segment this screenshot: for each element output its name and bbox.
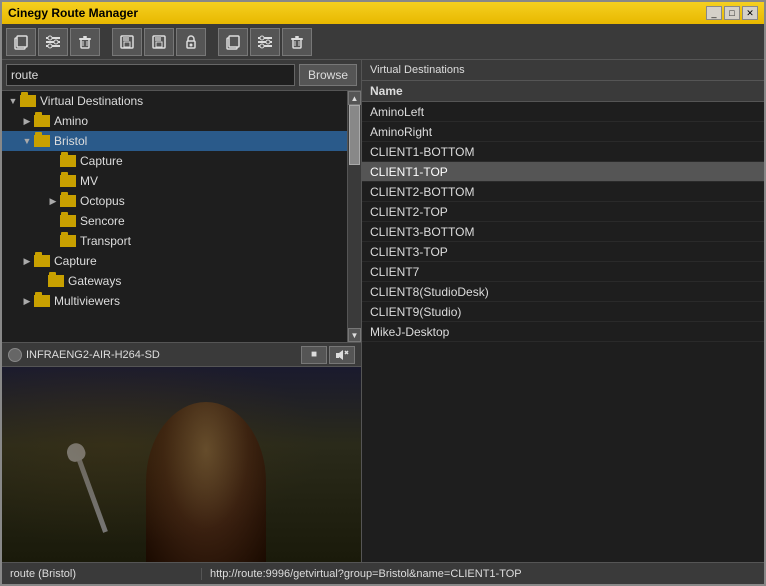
content-area: Browse ▼ Virtual Destinations ▶ Amino (2, 60, 764, 562)
amino-folder-icon (34, 115, 50, 127)
transport-folder-icon (60, 235, 76, 247)
video-preview (2, 367, 361, 562)
toolbar-copy-btn[interactable] (6, 28, 36, 56)
tree-item-sencore[interactable]: ▶ Sencore (2, 211, 361, 231)
vd-item-client1-bottom[interactable]: CLIENT1-BOTTOM (362, 142, 764, 162)
root-folder-icon (20, 95, 36, 107)
maximize-button[interactable]: □ (724, 6, 740, 20)
tree-item-gateways[interactable]: ▶ Gateways (2, 271, 361, 291)
stream-status-indicator (8, 348, 22, 362)
vd-item-client8-studiodesk[interactable]: CLIENT8(StudioDesk) (362, 282, 764, 302)
status-left: route (Bristol) (2, 568, 202, 580)
multiviewers-expand-arrow: ▶ (20, 296, 34, 307)
close-button[interactable]: ✕ (742, 6, 758, 20)
toolbar (2, 24, 764, 60)
sencore-folder-icon (60, 215, 76, 227)
window-controls: _ □ ✕ (706, 6, 758, 20)
status-right: http://route:9996/getvirtual?group=Brist… (202, 568, 764, 580)
tree-item-bristol[interactable]: ▼ Bristol (2, 131, 361, 151)
vd-item-aminoleft[interactable]: AminoLeft (362, 102, 764, 122)
preview-header: INFRAENG2-AIR-H264-SD ■ (2, 343, 361, 367)
capture2-expand-arrow: ▶ (20, 256, 34, 267)
scroll-up-arrow[interactable]: ▲ (348, 91, 361, 105)
tree-item-capture2[interactable]: ▶ Capture (2, 251, 361, 271)
tree-area: ▼ Virtual Destinations ▶ Amino ▼ Bristol (2, 91, 361, 342)
vd-item-client2-bottom[interactable]: CLIENT2-BOTTOM (362, 182, 764, 202)
capture2-folder-icon (34, 255, 50, 267)
toolbar-delete2-btn[interactable] (282, 28, 312, 56)
vd-item-client7[interactable]: CLIENT7 (362, 262, 764, 282)
browse-button[interactable]: Browse (299, 64, 357, 86)
virtual-destinations-table: Name AminoLeft AminoRight CLIENT1-BOTTOM… (362, 81, 764, 562)
mv-label: MV (80, 174, 98, 188)
root-expand-arrow: ▼ (6, 96, 20, 106)
preview-title-group: INFRAENG2-AIR-H264-SD (8, 348, 160, 362)
main-window: Cinegy Route Manager _ □ ✕ (0, 0, 766, 586)
capture2-label: Capture (54, 254, 97, 268)
virtual-destinations-header: Virtual Destinations (362, 60, 764, 81)
tree-scrollbar[interactable]: ▲ ▼ (347, 91, 361, 342)
toolbar-settings-btn[interactable] (38, 28, 68, 56)
toolbar-save2-btn[interactable] (144, 28, 174, 56)
tree-root[interactable]: ▼ Virtual Destinations (2, 91, 361, 111)
multiviewers-label: Multiviewers (54, 294, 120, 308)
name-column-header: Name (362, 81, 764, 102)
toolbar-copy2-btn[interactable] (218, 28, 248, 56)
bristol-expand-arrow: ▼ (20, 136, 34, 146)
mv-folder-icon (60, 175, 76, 187)
vd-item-client1-top[interactable]: CLIENT1-TOP (362, 162, 764, 182)
tree-item-mv[interactable]: ▶ MV (2, 171, 361, 191)
audio-button[interactable] (329, 346, 355, 364)
left-panel: Browse ▼ Virtual Destinations ▶ Amino (2, 60, 362, 562)
window-title: Cinegy Route Manager (8, 6, 138, 20)
octopus-folder-icon (60, 195, 76, 207)
tree-item-capture1[interactable]: ▶ Capture (2, 151, 361, 171)
vd-item-aminoright[interactable]: AminoRight (362, 122, 764, 142)
toolbar-lock-btn[interactable] (176, 28, 206, 56)
minimize-button[interactable]: _ (706, 6, 722, 20)
toolbar-save-btn[interactable] (112, 28, 142, 56)
vd-item-mikej-desktop[interactable]: MikeJ-Desktop (362, 322, 764, 342)
gateways-label: Gateways (68, 274, 121, 288)
tree-item-octopus[interactable]: ▶ Octopus (2, 191, 361, 211)
right-panel: Virtual Destinations Name AminoLeft Amin… (362, 60, 764, 562)
capture1-folder-icon (60, 155, 76, 167)
transport-label: Transport (80, 234, 131, 248)
toolbar-settings2-btn[interactable] (250, 28, 280, 56)
tree-item-transport[interactable]: ▶ Transport (2, 231, 361, 251)
gateways-folder-icon (48, 275, 64, 287)
octopus-label: Octopus (80, 194, 125, 208)
amino-expand-arrow: ▶ (20, 116, 34, 127)
vd-item-client3-top[interactable]: CLIENT3-TOP (362, 242, 764, 262)
amino-label: Amino (54, 114, 88, 128)
tree-item-amino[interactable]: ▶ Amino (2, 111, 361, 131)
stop-button[interactable]: ■ (301, 346, 327, 364)
toolbar-delete-btn[interactable] (70, 28, 100, 56)
vd-item-client2-top[interactable]: CLIENT2-TOP (362, 202, 764, 222)
preview-area: INFRAENG2-AIR-H264-SD ■ (2, 342, 361, 562)
title-bar: Cinegy Route Manager _ □ ✕ (2, 2, 764, 24)
stream-name: INFRAENG2-AIR-H264-SD (26, 349, 160, 361)
bristol-label: Bristol (54, 134, 87, 148)
preview-controls: ■ (301, 346, 355, 364)
tree-root-label: Virtual Destinations (40, 94, 143, 108)
capture1-label: Capture (80, 154, 123, 168)
scroll-thumb[interactable] (349, 105, 360, 165)
octopus-expand-arrow: ▶ (46, 196, 60, 207)
vd-item-client9-studio[interactable]: CLIENT9(Studio) (362, 302, 764, 322)
sencore-label: Sencore (80, 214, 125, 228)
vd-item-client3-bottom[interactable]: CLIENT3-BOTTOM (362, 222, 764, 242)
search-bar: Browse (2, 60, 361, 91)
status-bar: route (Bristol) http://route:9996/getvir… (2, 562, 764, 584)
video-lighting (2, 367, 361, 562)
tree-item-multiviewers[interactable]: ▶ Multiviewers (2, 291, 361, 311)
bristol-folder-icon (34, 135, 50, 147)
multiviewers-folder-icon (34, 295, 50, 307)
scroll-down-arrow[interactable]: ▼ (348, 328, 361, 342)
search-input[interactable] (6, 64, 295, 86)
